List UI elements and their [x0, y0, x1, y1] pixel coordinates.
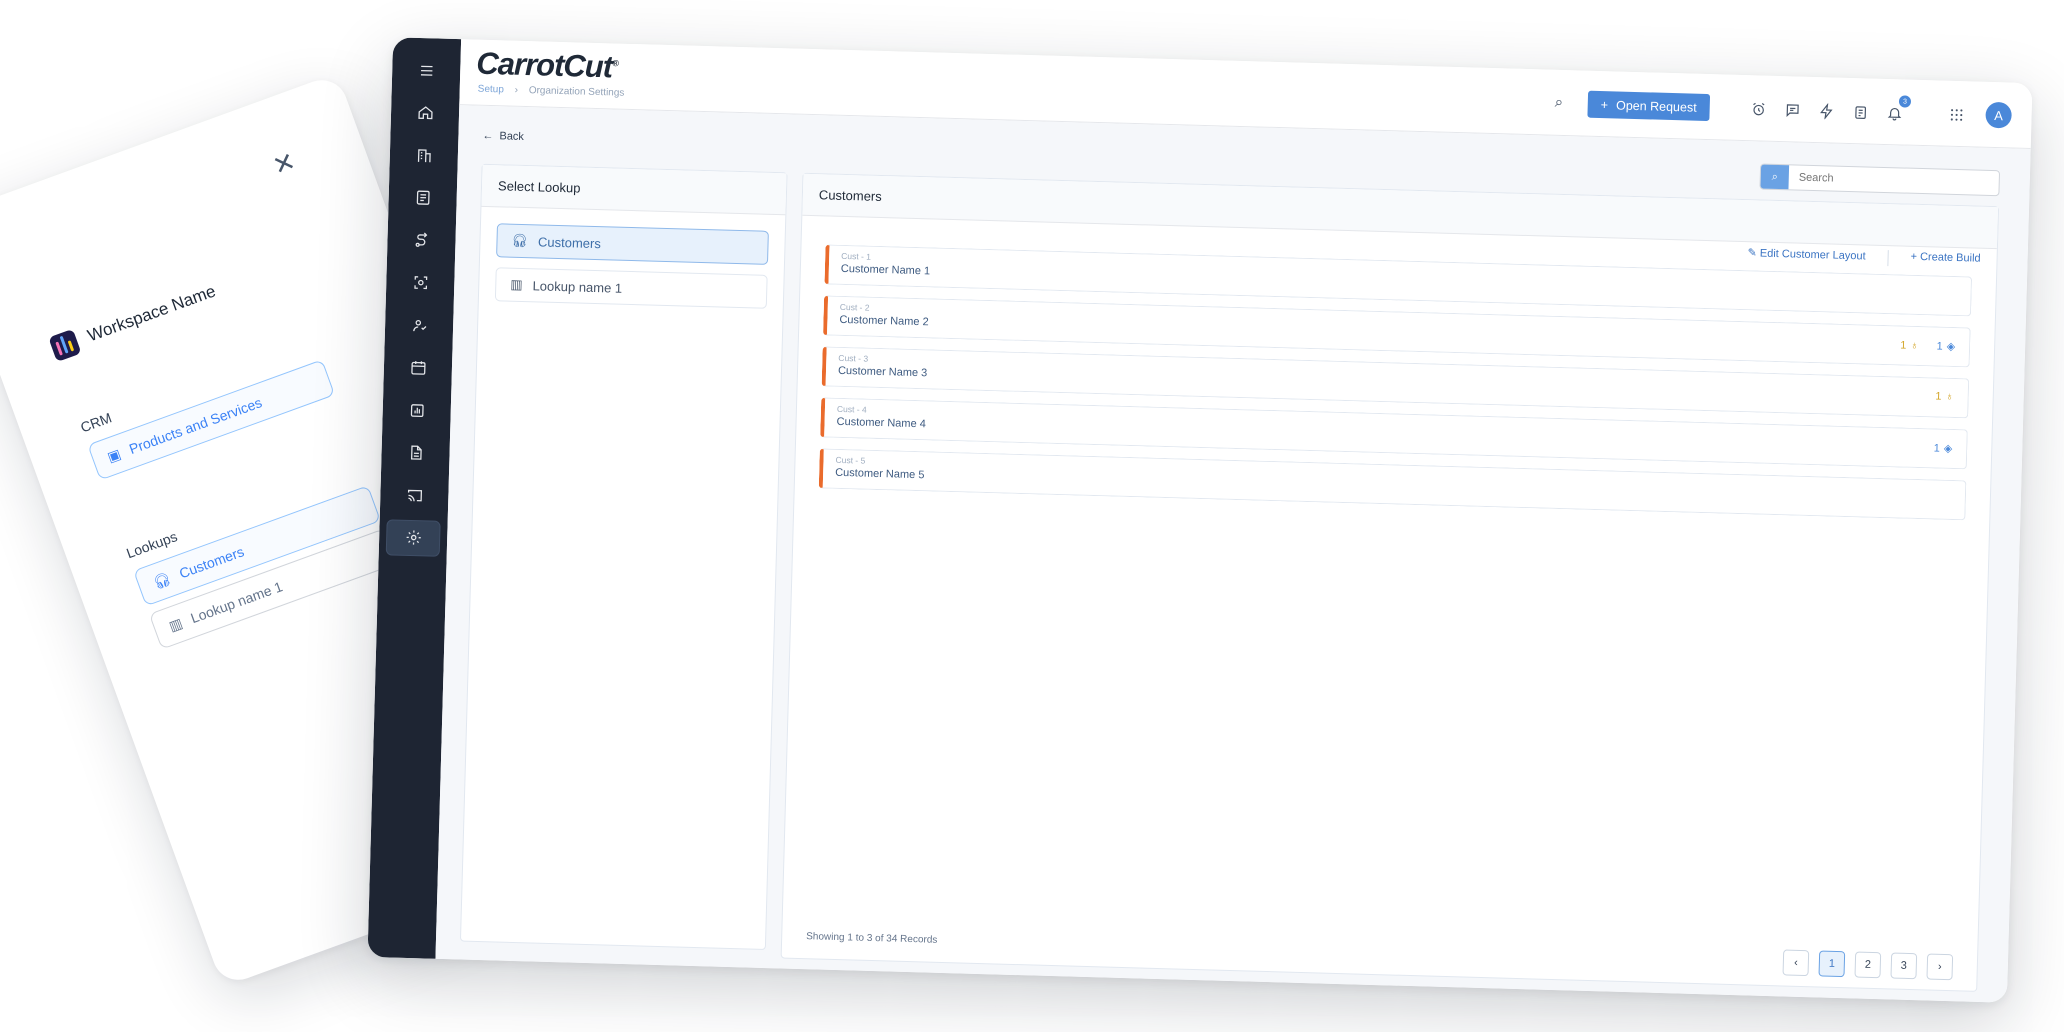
bulb-badge[interactable]: 1 ♁ [1935, 390, 1954, 403]
building-icon[interactable] [396, 136, 451, 173]
box-icon: ▣ [104, 445, 123, 465]
scan-icon[interactable] [393, 264, 448, 301]
document-icon[interactable] [388, 434, 443, 471]
lookup-item-lookup-1[interactable]: ▥ Lookup name 1 [494, 267, 768, 309]
open-request-label: Open Request [1615, 97, 1697, 115]
back-label: Back [499, 130, 525, 143]
breadcrumb-current: Organization Settings [528, 85, 625, 99]
workspace-name: Workspace Name [84, 281, 219, 346]
home-icon[interactable] [398, 94, 453, 131]
workspace-header: Workspace Name [48, 279, 219, 363]
prev-page-button[interactable]: ‹ [1782, 949, 1810, 977]
team-icon[interactable] [392, 306, 447, 343]
next-page-button[interactable]: › [1926, 953, 1954, 981]
plus-icon: + [1600, 97, 1609, 112]
select-lookup-panel: Select Lookup 🎧︎ Customers ▥ Lookup name… [459, 163, 788, 951]
clipboard-icon[interactable] [1849, 101, 1872, 124]
edit-layout-button[interactable]: ✎ Edit Customer Layout [1747, 246, 1865, 265]
create-build-button[interactable]: + Create Build [1910, 251, 1980, 269]
bulb-badge[interactable]: 1 ♁ [1900, 338, 1919, 352]
calendar-icon[interactable] [390, 349, 445, 386]
search-icon[interactable]: ⌕ [1555, 94, 1564, 111]
search-box: ⌕ [1759, 163, 2001, 197]
lookup-item-label: Lookup name 1 [532, 277, 623, 296]
open-request-button[interactable]: + Open Request [1587, 90, 1711, 122]
tag-icon: ◈ [1946, 340, 1956, 354]
tag-badge[interactable]: 1 ◈ [1936, 340, 1956, 354]
book-icon: ▥ [166, 614, 185, 634]
menu-icon[interactable] [399, 51, 454, 88]
bulb-icon: ♁ [1910, 339, 1919, 352]
records-count: Showing 1 to 3 of 34 Records [806, 931, 938, 946]
workspace-logo-icon [48, 328, 82, 363]
main-content: ← Back ⌕ Select Lookup 🎧︎ Customers ▥ Lo… [435, 105, 2031, 1003]
bulb-icon: ♁ [1945, 390, 1954, 403]
breadcrumb-setup[interactable]: Setup [478, 84, 504, 96]
panel-title: Select Lookup [481, 164, 787, 216]
search-icon[interactable]: ⌕ [1760, 164, 1790, 190]
crm-section-label: CRM [78, 409, 114, 436]
customers-panel: Customers ✎ Edit Customer Layout + Creat… [780, 172, 2000, 992]
lookup-item-customers[interactable]: 🎧︎ Customers [496, 223, 769, 265]
close-icon[interactable]: ✕ [269, 146, 300, 183]
cast-icon[interactable] [387, 476, 442, 513]
arrow-left-icon: ← [482, 129, 494, 143]
breadcrumb-separator: › [514, 84, 519, 96]
drawer-item-label: Products and Services [126, 394, 265, 458]
pagination: ‹ 1 2 3 › [1782, 949, 1954, 981]
alarm-icon[interactable] [1747, 98, 1770, 121]
divider [1887, 250, 1889, 267]
report-icon[interactable] [389, 391, 444, 428]
page-button[interactable]: 1 [1818, 950, 1846, 978]
route-icon[interactable] [394, 221, 449, 258]
apps-grid-icon[interactable] [1945, 104, 1968, 127]
headset-icon: 🎧︎ [511, 232, 529, 249]
tag-icon: ◈ [1943, 442, 1953, 455]
page-button[interactable]: 3 [1890, 952, 1918, 980]
bell-icon[interactable]: 3 [1883, 95, 1912, 125]
back-button[interactable]: ← Back [482, 130, 524, 143]
panel-actions: ✎ Edit Customer Layout + Create Build [1747, 246, 1981, 269]
avatar[interactable]: A [1985, 101, 2012, 129]
ledger-icon[interactable] [395, 179, 450, 216]
app-logo[interactable]: CarrotCut® [476, 46, 618, 86]
notification-badge: 3 [1898, 95, 1912, 108]
drawer-item-products[interactable]: ▣ Products and Services [87, 359, 336, 481]
app-window: CarrotCut® Setup › Organization Settings… [367, 37, 2033, 1003]
tag-badge[interactable]: 1 ◈ [1934, 441, 1953, 455]
customer-badges: 1 ♁ 1 ◈ [1900, 338, 1955, 353]
headset-icon: 🎧︎ [150, 569, 173, 591]
breadcrumb: Setup › Organization Settings [478, 84, 633, 99]
customer-list: Cust - 1 Customer Name 1 Cust - 2 Custom… [818, 244, 1973, 531]
chat-icon[interactable] [1781, 99, 1804, 122]
book-icon: ▥ [510, 276, 523, 292]
lookup-item-label: Customers [537, 233, 602, 251]
customer-badges: 1 ◈ [1934, 441, 1953, 455]
customer-badges: 1 ♁ [1935, 390, 1954, 403]
bolt-icon[interactable] [1815, 100, 1838, 123]
settings-icon[interactable] [385, 518, 441, 557]
page-button[interactable]: 2 [1854, 951, 1882, 979]
drawer-item-label: Customers [177, 543, 247, 582]
search-input[interactable] [1788, 171, 1989, 189]
